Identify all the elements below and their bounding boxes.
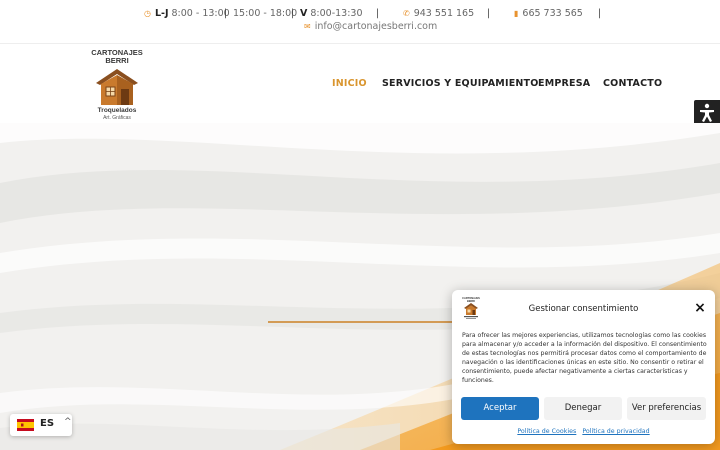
consent-body-text: Para ofrecer las mejores experiencias, u… bbox=[462, 332, 707, 384]
schedule-v: V 8:00-13:30 bbox=[300, 8, 363, 19]
phone-icon: ✆ bbox=[403, 9, 410, 18]
house-box-icon bbox=[96, 69, 138, 105]
mobile-icon: ▮ bbox=[514, 9, 519, 18]
clock-icon: ◷ bbox=[144, 9, 151, 18]
nav-item-inicio[interactable]: INICIO bbox=[332, 78, 367, 92]
nav-item-servicios[interactable]: SERVICIOS Y EQUIPAMIENTO bbox=[382, 78, 539, 92]
site-header: CARTONAJES BERRI Troquelados Art. Gráfic… bbox=[0, 45, 720, 123]
separator: | bbox=[487, 8, 491, 19]
cookie-consent-dialog: CARTONAJES BERRI Gestionar consentimient… bbox=[452, 290, 715, 444]
logo-title-line2: BERRI bbox=[105, 56, 129, 65]
logo-subtitle: Troquelados bbox=[97, 107, 137, 114]
language-code: ES bbox=[40, 418, 55, 429]
accept-button[interactable]: Aceptar bbox=[461, 397, 539, 420]
logo-tagline: Art. Gráficas bbox=[103, 115, 131, 121]
schedule-lj-afternoon: 15:00 - 18:00 bbox=[233, 8, 298, 19]
separator: | bbox=[598, 8, 602, 19]
mobile-link[interactable]: ▮ 665 733 565 bbox=[514, 8, 583, 19]
privacy-policy-link[interactable]: Política de privacidad bbox=[582, 428, 649, 435]
deny-button[interactable]: Denegar bbox=[544, 397, 622, 420]
close-icon[interactable]: × bbox=[693, 301, 707, 315]
schedule-lj: ◷ L-J 8:00 - 13:00 bbox=[144, 8, 230, 19]
nav-item-contacto[interactable]: CONTACTO bbox=[603, 78, 662, 92]
view-preferences-button[interactable]: Ver preferencias bbox=[627, 397, 706, 420]
nav-item-empresa[interactable]: EMPRESA bbox=[538, 78, 590, 92]
cookie-policy-link[interactable]: Política de Cookies bbox=[517, 428, 576, 435]
phone-link[interactable]: ✆ 943 551 165 bbox=[403, 8, 474, 19]
separator: | bbox=[376, 8, 380, 19]
separator: | bbox=[224, 8, 228, 19]
separator: | bbox=[291, 8, 295, 19]
top-info-bar: ◷ L-J 8:00 - 13:00 | 15:00 - 18:00 | V 8:00… bbox=[0, 0, 720, 44]
spain-flag-icon bbox=[17, 419, 34, 431]
consent-title: Gestionar consentimiento bbox=[528, 304, 639, 314]
svg-text:BERRI: BERRI bbox=[467, 299, 475, 303]
email-link[interactable]: ✉ info@cartonajesberri.com bbox=[304, 21, 437, 32]
site-logo[interactable]: CARTONAJES BERRI Troquelados Art. Gráfic… bbox=[86, 49, 148, 122]
hero-divider-line bbox=[268, 321, 468, 323]
language-switcher[interactable]: ES ^ bbox=[10, 414, 72, 436]
envelope-icon: ✉ bbox=[304, 22, 311, 31]
consent-links: Política de Cookies Política de privacid… bbox=[452, 428, 715, 435]
chevron-up-icon: ^ bbox=[64, 417, 72, 427]
